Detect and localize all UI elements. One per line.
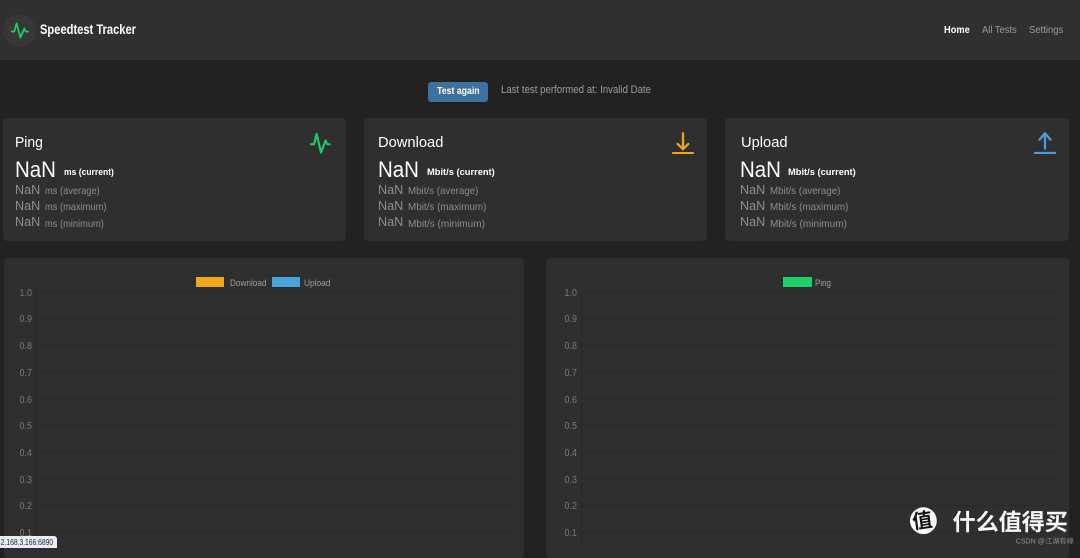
svg-text:CSDN @: CSDN @	[1016, 538, 1045, 545]
